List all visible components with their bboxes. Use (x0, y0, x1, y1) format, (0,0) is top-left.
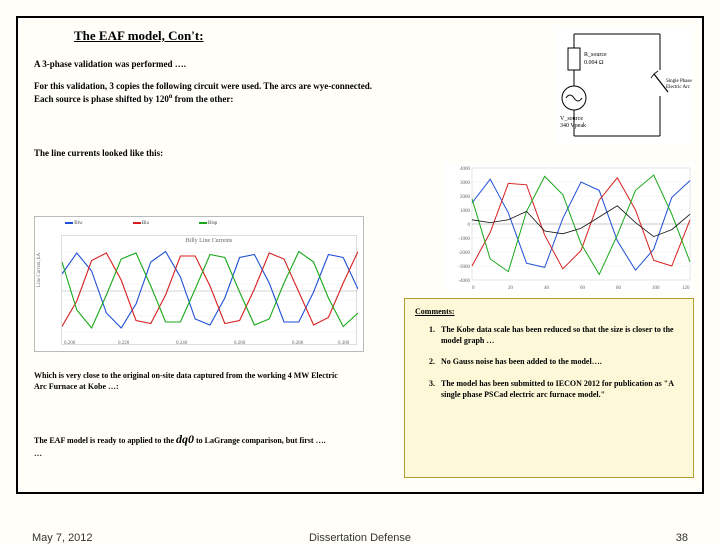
r-label: R_source (584, 52, 607, 58)
svg-text:0.240: 0.240 (176, 341, 188, 346)
svg-text:0: 0 (468, 223, 471, 228)
ready-ellipsis: … (34, 449, 42, 458)
line-currents-label: The line currents looked like this: (34, 147, 686, 159)
comments-list: The Kobe data scale has been reduced so … (437, 324, 683, 400)
svg-text:2000: 2000 (460, 195, 471, 200)
chart-model-currents: Blw Bla Blsp Line Current, kA Billy Line… (34, 216, 364, 352)
svg-text:1000: 1000 (460, 209, 471, 214)
chart1-title: Billy Line Currents (62, 238, 356, 244)
svg-text:0: 0 (472, 286, 475, 291)
ready-post: to LaGrange comparison, but first …. (194, 436, 326, 445)
para2-line1: For this validation, 3 copies the follow… (34, 81, 372, 91)
svg-text:60: 60 (580, 286, 586, 291)
svg-text:-2000: -2000 (458, 251, 470, 256)
svg-text:3000: 3000 (460, 181, 471, 186)
ready-pre: The EAF model is ready to applied to the (34, 436, 176, 445)
chart-kobe-data: 400030002000 10000-1000 -2000-3000-4000 … (444, 162, 694, 292)
chart1-svg: 0.200 0.220 0.240 0.260 0.280 0.300 (62, 236, 358, 346)
comments-box: Comments: The Kobe data scale has been r… (404, 298, 694, 478)
para2-line2b: from the other: (172, 94, 233, 104)
svg-text:0.260: 0.260 (234, 341, 246, 346)
comments-heading: Comments: (415, 307, 683, 316)
v-value: 340 Vpeak (560, 123, 586, 129)
comment-item: The Kobe data scale has been reduced so … (437, 324, 683, 346)
arc-label1: Single Phase (666, 79, 692, 84)
svg-text:0.200: 0.200 (64, 341, 76, 346)
svg-text:-1000: -1000 (458, 237, 470, 242)
slide-content: The EAF model, Con't: A 3-phase validati… (16, 16, 704, 494)
comment-item: The model has been submitted to IECON 20… (437, 378, 683, 400)
r-value: 0.004 Ω (584, 60, 604, 66)
v-label: V_source (560, 116, 583, 122)
footer-page: 38 (676, 532, 688, 544)
svg-text:100: 100 (652, 286, 660, 291)
svg-text:4000: 4000 (460, 167, 471, 172)
para2-line2a: Each source is phase shifted by 120 (34, 94, 169, 104)
circuit-diagram: R_source 0.004 Ω V_source 340 Vpeak Sing… (554, 26, 694, 144)
comment-item: No Gauss noise has been added to the mod… (437, 356, 683, 367)
svg-text:40: 40 (544, 286, 550, 291)
svg-text:-3000: -3000 (458, 265, 470, 270)
dq0-text: dq0 (176, 432, 194, 446)
chart1-ylabel: Line Current, kA (37, 253, 42, 287)
svg-text:20: 20 (508, 286, 514, 291)
svg-text:-4000: -4000 (458, 279, 470, 284)
arc-label2: Electric Arc (666, 85, 691, 90)
svg-text:0.280: 0.280 (292, 341, 304, 346)
ready-text: The EAF model is ready to applied to the… (34, 430, 364, 460)
footer-center: Dissertation Defense (0, 532, 720, 544)
svg-text:0.300: 0.300 (338, 341, 350, 346)
chart1-legend: Blw Bla Blsp (65, 221, 217, 226)
which-close-text: Which is very close to the original on-s… (34, 370, 344, 392)
para-circuit-desc: For this validation, 3 copies the follow… (34, 80, 494, 105)
svg-text:0.220: 0.220 (118, 341, 130, 346)
svg-text:80: 80 (616, 286, 622, 291)
svg-text:120: 120 (682, 286, 690, 291)
